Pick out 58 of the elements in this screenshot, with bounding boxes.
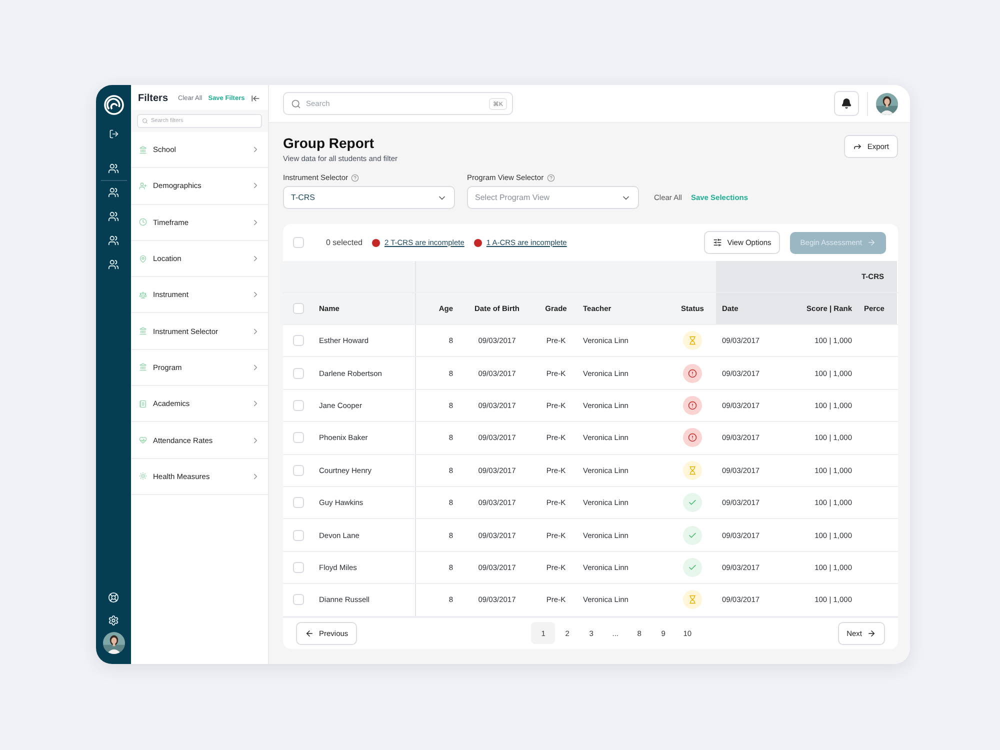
logout-icon[interactable] bbox=[108, 129, 118, 139]
search-icon bbox=[291, 98, 301, 108]
users-icon[interactable] bbox=[108, 163, 119, 174]
filter-icon bbox=[139, 254, 147, 263]
chevron-right-icon bbox=[251, 218, 260, 227]
status-dot bbox=[474, 238, 482, 246]
checkbox[interactable] bbox=[292, 562, 304, 573]
filter-icon bbox=[139, 436, 147, 444]
lifebuoy-icon[interactable] bbox=[108, 592, 119, 603]
chevron-right-icon bbox=[251, 326, 260, 336]
collapse-icon[interactable] bbox=[251, 94, 260, 103]
checkbox[interactable] bbox=[292, 400, 304, 411]
checkbox[interactable] bbox=[293, 237, 304, 248]
filter-icon bbox=[139, 327, 147, 336]
chevron-right-icon bbox=[251, 399, 260, 408]
sliders-icon bbox=[713, 238, 722, 247]
filter-icon bbox=[139, 290, 147, 299]
chevron-right-icon bbox=[251, 254, 260, 264]
help-icon[interactable] bbox=[546, 174, 555, 182]
checkbox[interactable] bbox=[292, 497, 304, 508]
bell-icon bbox=[841, 98, 852, 109]
checkbox[interactable] bbox=[292, 303, 304, 314]
settings-icon[interactable] bbox=[108, 615, 119, 626]
checkbox[interactable] bbox=[292, 335, 304, 346]
arrow-right-icon bbox=[866, 628, 876, 638]
arrow-right-icon bbox=[867, 238, 876, 247]
chevron-right-icon bbox=[251, 362, 260, 372]
checkbox[interactable] bbox=[292, 432, 304, 444]
chevron-right-icon bbox=[251, 145, 260, 154]
filter-icon bbox=[139, 182, 147, 190]
filter-icon bbox=[139, 146, 147, 154]
checkbox[interactable] bbox=[292, 530, 304, 541]
chevron-right-icon bbox=[251, 181, 260, 190]
filter-icon bbox=[139, 218, 147, 226]
users-icon[interactable] bbox=[108, 259, 119, 270]
users-icon[interactable] bbox=[108, 187, 119, 198]
page-title: Group Report bbox=[283, 135, 375, 151]
checkbox[interactable] bbox=[292, 464, 304, 476]
chevron-right-icon bbox=[251, 290, 260, 300]
checkbox[interactable] bbox=[292, 368, 304, 379]
filters-title: Filters bbox=[138, 93, 168, 104]
users-icon[interactable] bbox=[108, 235, 119, 246]
select-field[interactable]: T-CRS bbox=[283, 186, 455, 209]
share-icon bbox=[853, 142, 862, 151]
filter-icon bbox=[139, 400, 147, 408]
arrow-left-icon bbox=[305, 628, 314, 638]
selected-count: 0 selected bbox=[326, 238, 362, 247]
logo-icon bbox=[104, 95, 124, 115]
filter-icon bbox=[139, 363, 147, 372]
chevron-right-icon bbox=[251, 436, 260, 445]
search-icon bbox=[142, 118, 148, 124]
users-icon[interactable] bbox=[108, 211, 119, 222]
help-icon[interactable] bbox=[351, 174, 360, 182]
filter-icon bbox=[139, 472, 147, 480]
notifications-button[interactable] bbox=[834, 91, 859, 116]
chevron-right-icon bbox=[251, 472, 260, 481]
checkbox[interactable] bbox=[292, 594, 304, 606]
status-dot bbox=[372, 238, 380, 246]
